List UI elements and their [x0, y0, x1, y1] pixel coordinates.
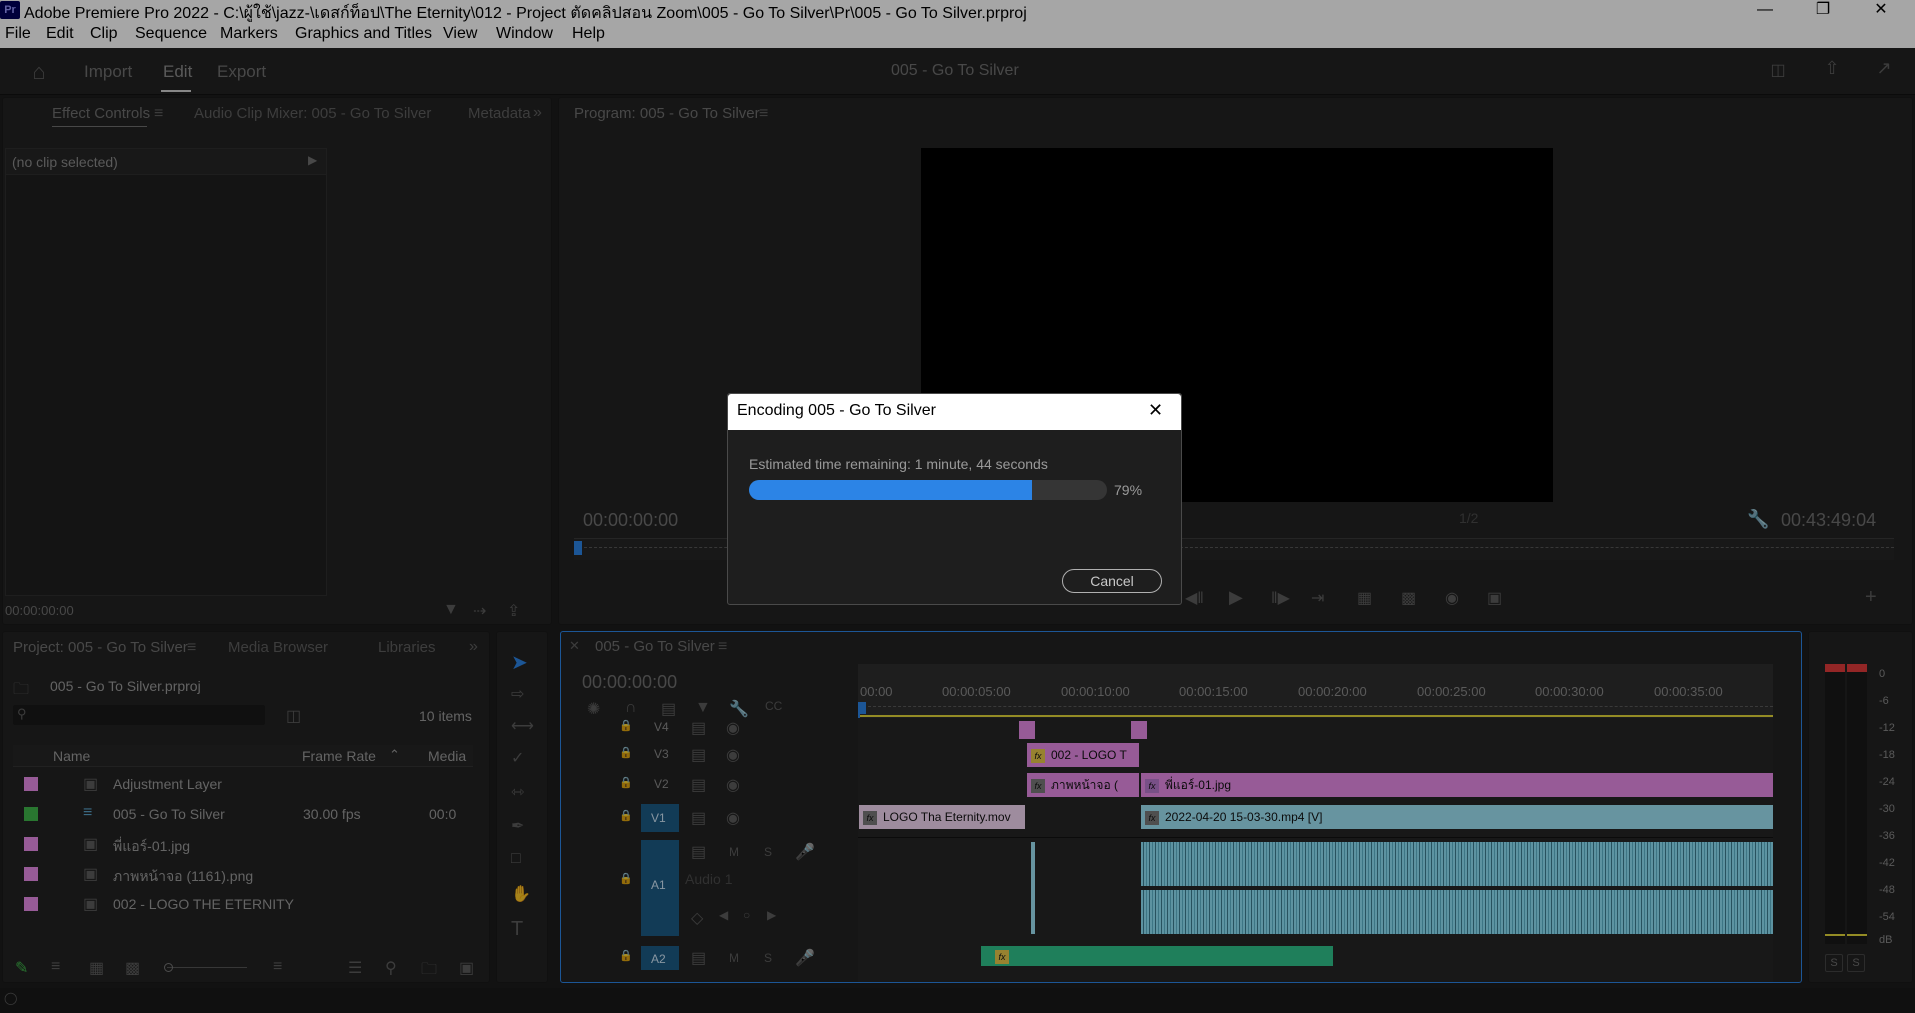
dialog-title: Encoding 005 - Go To Silver	[737, 402, 936, 419]
encoding-dialog: Encoding 005 - Go To Silver ✕ Estimated …	[727, 393, 1182, 605]
progress-percent: 79%	[1114, 482, 1143, 498]
time-remaining-text: Estimated time remaining: 1 minute, 44 s…	[749, 456, 1048, 472]
dialog-header: Encoding 005 - Go To Silver ✕	[728, 394, 1181, 430]
dialog-close-icon[interactable]: ✕	[1148, 400, 1163, 421]
progress-fill	[749, 480, 1032, 500]
encoding-progress-bar	[749, 480, 1107, 500]
cancel-button[interactable]: Cancel	[1062, 569, 1162, 593]
